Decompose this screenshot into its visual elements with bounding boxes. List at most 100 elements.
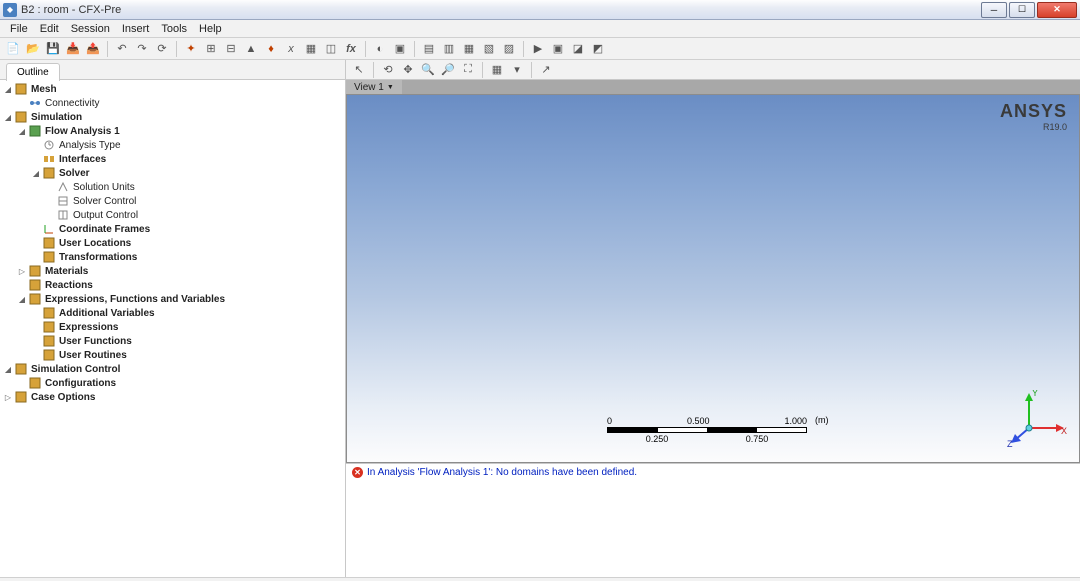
tool-icon[interactable]: ◩ (589, 40, 607, 58)
tree-solution-units[interactable]: Solution Units (0, 180, 345, 194)
outline-tab[interactable]: Outline (6, 63, 60, 81)
new-icon[interactable]: 📄 (4, 40, 22, 58)
tree-user-routines[interactable]: User Routines (0, 348, 345, 362)
tool-icon[interactable]: ✦ (182, 40, 200, 58)
message-panel[interactable]: ✕ In Analysis 'Flow Analysis 1': No doma… (346, 463, 1080, 577)
select-icon[interactable]: ↖ (350, 61, 368, 79)
menu-session[interactable]: Session (65, 23, 116, 35)
tree-case-options[interactable]: ▷Case Options (0, 390, 345, 404)
tool-icon[interactable]: ▧ (480, 40, 498, 58)
tree-solver[interactable]: ◢Solver (0, 166, 345, 180)
tree-interfaces[interactable]: Interfaces (0, 152, 345, 166)
refresh-icon[interactable]: ⟳ (153, 40, 171, 58)
toolbar-sep (414, 41, 415, 57)
tree-transformations[interactable]: Transformations (0, 250, 345, 264)
pan-icon[interactable]: ✥ (399, 61, 417, 79)
tool-icon[interactable]: ▨ (500, 40, 518, 58)
zoom-in-icon[interactable]: 🔍 (419, 61, 437, 79)
triad-x-label: X (1061, 426, 1067, 436)
tool-icon[interactable]: ▣ (549, 40, 567, 58)
tool-icon[interactable]: ▲ (242, 40, 260, 58)
import-icon[interactable]: 📥 (64, 40, 82, 58)
view-dropdown-icon[interactable]: ▾ (508, 61, 526, 79)
tree-label: User Functions (59, 336, 132, 347)
coord-icon (42, 223, 56, 235)
close-button[interactable]: ✕ (1037, 2, 1077, 18)
view-icon[interactable]: ▦ (488, 61, 506, 79)
solver-icon (42, 167, 56, 179)
tree-label: Coordinate Frames (59, 224, 150, 235)
undo-icon[interactable]: ↶ (113, 40, 131, 58)
reactions-icon (28, 279, 42, 291)
tree-connectivity[interactable]: Connectivity (0, 96, 345, 110)
tree-label: Analysis Type (59, 140, 121, 151)
tree-reactions[interactable]: Reactions (0, 278, 345, 292)
tool-icon[interactable]: ▶ (529, 40, 547, 58)
menu-tools[interactable]: Tools (155, 23, 193, 35)
tool-icon[interactable]: ▦ (460, 40, 478, 58)
orientation-triad[interactable]: Y X Z (1007, 390, 1067, 450)
tree-configurations[interactable]: Configurations (0, 376, 345, 390)
tree-additional-vars[interactable]: Additional Variables (0, 306, 345, 320)
menu-edit[interactable]: Edit (34, 23, 65, 35)
tree-expressions-group[interactable]: ◢Expressions, Functions and Variables (0, 292, 345, 306)
tool-icon[interactable]: ⊟ (222, 40, 240, 58)
view-tab[interactable]: View 1 ▼ (346, 80, 402, 94)
tree-user-functions[interactable]: User Functions (0, 334, 345, 348)
menubar: File Edit Session Insert Tools Help (0, 20, 1080, 38)
configurations-icon (28, 377, 42, 389)
scale-ruler: 0 0.500 1.000 0.250 0.750 (m) (607, 416, 807, 444)
expressions-group-icon (28, 293, 42, 305)
fx-icon[interactable]: fx (342, 40, 360, 58)
tool-icon[interactable]: ▥ (440, 40, 458, 58)
tree-label: Configurations (45, 378, 116, 389)
menu-help[interactable]: Help (193, 23, 228, 35)
tool-icon[interactable]: ◫ (322, 40, 340, 58)
view-icon[interactable]: ↗ (537, 61, 555, 79)
menu-insert[interactable]: Insert (116, 23, 156, 35)
minimize-button[interactable]: ─ (981, 2, 1007, 18)
tool-icon[interactable]: ▦ (302, 40, 320, 58)
open-icon[interactable]: 📂 (24, 40, 42, 58)
view-tabbar: View 1 ▼ (346, 80, 1080, 94)
tree-label: User Locations (59, 238, 131, 249)
tree-expressions[interactable]: Expressions (0, 320, 345, 334)
tree-label: Solver (59, 168, 90, 179)
save-icon[interactable]: 💾 (44, 40, 62, 58)
connectivity-icon (28, 97, 42, 109)
tree-analysis-type[interactable]: Analysis Type (0, 138, 345, 152)
tree-label: Output Control (73, 210, 138, 221)
rotate-icon[interactable]: ⟲ (379, 61, 397, 79)
tree-simulation[interactable]: ◢Simulation (0, 110, 345, 124)
tree-mesh[interactable]: ◢Mesh (0, 82, 345, 96)
tool-icon[interactable]: ▣ (391, 40, 409, 58)
tool-icon[interactable]: x (282, 40, 300, 58)
message-row[interactable]: ✕ In Analysis 'Flow Analysis 1': No doma… (352, 467, 1074, 478)
outline-tabstrip: Outline (0, 60, 345, 80)
tree-flow-analysis[interactable]: ◢Flow Analysis 1 (0, 124, 345, 138)
export-icon[interactable]: 📤 (84, 40, 102, 58)
view-toolbar: ↖ ⟲ ✥ 🔍 🔎 ⛶ ▦ ▾ ↗ (346, 60, 1080, 80)
zoom-out-icon[interactable]: 🔎 (439, 61, 457, 79)
user-routines-icon (42, 349, 56, 361)
tree-user-locations[interactable]: User Locations (0, 236, 345, 250)
message-text: In Analysis 'Flow Analysis 1': No domain… (367, 467, 637, 478)
maximize-button[interactable]: ☐ (1009, 2, 1035, 18)
tool-icon[interactable]: ⊞ (202, 40, 220, 58)
tree-solver-control[interactable]: Solver Control (0, 194, 345, 208)
tree-label: Simulation (31, 112, 82, 123)
tree-output-control[interactable]: Output Control (0, 208, 345, 222)
tree-coord-frames[interactable]: Coordinate Frames (0, 222, 345, 236)
redo-icon[interactable]: ↷ (133, 40, 151, 58)
zoom-fit-icon[interactable]: ⛶ (459, 61, 477, 79)
tool-icon[interactable]: ♦ (262, 40, 280, 58)
tool-icon[interactable]: ◪ (569, 40, 587, 58)
tool-icon[interactable]: ◐ (371, 40, 389, 58)
tool-icon[interactable]: ▤ (420, 40, 438, 58)
analysis-type-icon (42, 139, 56, 151)
tree-sim-control[interactable]: ◢Simulation Control (0, 362, 345, 376)
viewport-3d[interactable]: ANSYS R19.0 0 0.500 1.000 0.250 0. (346, 94, 1080, 463)
tree-materials[interactable]: ▷Materials (0, 264, 345, 278)
outline-tree[interactable]: ◢Mesh Connectivity ◢Simulation ◢Flow Ana… (0, 80, 345, 577)
menu-file[interactable]: File (4, 23, 34, 35)
